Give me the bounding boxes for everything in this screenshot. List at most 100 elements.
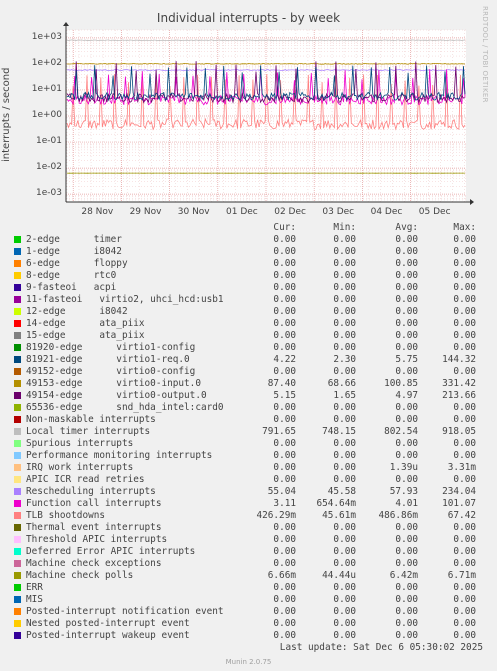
legend-name: IRQ work interrupts — [26, 462, 134, 473]
legend-row: 81920-edge virtio1-config 0.00 0.00 0.00 0.0… — [0, 342, 497, 354]
legend-swatch — [14, 320, 21, 327]
legend-row: 2-edge timer 0.00 0.00 0.00 0.00 — [0, 234, 497, 246]
legend-name: Machine check exceptions — [26, 558, 162, 569]
legend-max: 0.00 — [453, 594, 476, 605]
legend-swatch — [14, 296, 21, 303]
legend-min: 0.00 — [333, 606, 356, 617]
legend-min: 0.00 — [333, 582, 356, 593]
legend-row: 6-edge floppy 0.00 0.00 0.00 0.00 — [0, 258, 497, 270]
legend-min: 0.00 — [333, 294, 356, 305]
legend-swatch — [14, 572, 21, 579]
legend-swatch — [14, 284, 21, 291]
last-update: Last update: Sat Dec 6 05:30:02 2025 — [279, 642, 483, 653]
legend-max: 918.05 — [442, 426, 476, 437]
legend-row: IRQ work interrupts 0.00 0.00 1.39u 3.31m — [0, 462, 497, 474]
legend-max: 6.71m — [447, 570, 476, 581]
legend-row: 49152-edge virtio0-config 0.00 0.00 0.00 0.0… — [0, 366, 497, 378]
legend-max: 144.32 — [442, 354, 476, 365]
legend-row: 11-fasteoi virtio2, uhci_hcd:usb1 0.00 0.0… — [0, 294, 497, 306]
legend-name: 1-edge i8042 — [26, 246, 122, 257]
legend-min: 1.65 — [333, 390, 356, 401]
legend-min: 0.00 — [333, 450, 356, 461]
x-tick-label: 28 Nov — [81, 207, 114, 217]
y-axis-arrow — [63, 22, 69, 26]
footer-credit: Munin 2.0.75 — [225, 658, 272, 666]
legend-row: 9-fasteoi acpi 0.00 0.00 0.00 0.00 — [0, 282, 497, 294]
legend-min: 45.61m — [322, 510, 356, 521]
legend-row: 65536-edge snd_hda_intel:card0 0.00 0.00 0.… — [0, 402, 497, 414]
legend-swatch — [14, 488, 21, 495]
legend-max: 0.00 — [453, 402, 476, 413]
legend-name: 11-fasteoi virtio2, uhci_hcd:usb1 — [26, 294, 224, 305]
legend-swatch — [14, 308, 21, 315]
legend-min: 0.00 — [333, 474, 356, 485]
legend-name: Function call interrupts — [26, 498, 162, 509]
legend-name: 81920-edge virtio1-config — [26, 342, 196, 353]
legend-row: Spurious interrupts 0.00 0.00 0.00 0.00 — [0, 438, 497, 450]
legend-swatch — [14, 344, 21, 351]
legend-swatch — [14, 608, 21, 615]
legend-max: 0.00 — [453, 606, 476, 617]
legend-min: 0.00 — [333, 438, 356, 449]
legend-swatch — [14, 248, 21, 255]
legend-min: 0.00 — [333, 522, 356, 533]
legend-min: 0.00 — [333, 342, 356, 353]
legend-swatch — [14, 260, 21, 267]
legend-max: 0.00 — [453, 414, 476, 425]
legend-name: Deferred Error APIC interrupts — [26, 546, 196, 557]
legend-swatch — [14, 500, 21, 507]
legend-row: Posted-interrupt wakeup event 0.00 0.00 0.0… — [0, 630, 497, 642]
legend-min: 0.00 — [333, 414, 356, 425]
legend-swatch — [14, 632, 21, 639]
legend-row: MIS 0.00 0.00 0.00 0.00 — [0, 594, 497, 606]
legend-name: 15-edge ata_piix — [26, 330, 145, 341]
legend-max: 0.00 — [453, 438, 476, 449]
legend-swatch — [14, 620, 21, 627]
legend-max: 0.00 — [453, 342, 476, 353]
legend-swatch — [14, 464, 21, 471]
legend-max: 0.00 — [453, 558, 476, 569]
legend-row: Machine check exceptions 0.00 0.00 0.00 0.00 — [0, 558, 497, 570]
legend-row: 81921-edge virtio1-req.0 4.22 2.30 5.75 144.… — [0, 354, 497, 366]
legend-name: Posted-interrupt wakeup event — [26, 630, 190, 641]
legend-row: Performance monitoring interrupts 0.00 0.0… — [0, 450, 497, 462]
legend-max: 0.00 — [453, 294, 476, 305]
legend-max: 0.00 — [453, 270, 476, 281]
legend-min: 0.00 — [333, 462, 356, 473]
legend-max: 0.00 — [453, 366, 476, 377]
legend-min: 0.00 — [333, 318, 356, 329]
legend-max: 0.00 — [453, 234, 476, 245]
legend-min: 0.00 — [333, 366, 356, 377]
legend-min: 654.64m — [316, 498, 356, 509]
legend-row: Posted-interrupt notification event 0.00 0… — [0, 606, 497, 618]
legend-name: 9-fasteoi acpi — [26, 282, 117, 293]
x-tick-label: 05 Dec — [418, 207, 451, 217]
legend-min: 45.58 — [327, 486, 356, 497]
legend-min: 0.00 — [333, 618, 356, 629]
legend-max: 234.04 — [442, 486, 476, 497]
legend-swatch — [14, 332, 21, 339]
legend-name: 49154-edge virtio0-output.0 — [26, 390, 207, 401]
legend-min: 0.00 — [333, 594, 356, 605]
legend-min: 0.00 — [333, 282, 356, 293]
y-tick-label: 1e-02 — [36, 162, 62, 173]
legend-swatch — [14, 236, 21, 243]
y-tick-label: 1e-01 — [36, 136, 62, 147]
legend-swatch — [14, 584, 21, 591]
legend-swatch — [14, 560, 21, 567]
legend-max: 0.00 — [453, 318, 476, 329]
legend-row: APIC ICR read retries 0.00 0.00 0.00 0.00 — [0, 474, 497, 486]
x-tick-label: 29 Nov — [129, 207, 162, 217]
legend-row: Nested posted-interrupt event 0.00 0.00 0.0… — [0, 618, 497, 630]
legend-max: 0.00 — [453, 630, 476, 641]
legend-row: Non-maskable interrupts 0.00 0.00 0.00 0.00 — [0, 414, 497, 426]
legend-header-max: Max: — [453, 222, 476, 233]
y-tick-label: 1e+00 — [31, 110, 62, 120]
legend-header-min: Min: — [333, 222, 356, 233]
legend-name: APIC ICR read retries — [26, 474, 145, 485]
legend-name: 2-edge timer — [26, 234, 122, 245]
legend-name: MIS — [26, 594, 43, 605]
x-tick-label: 03 Dec — [322, 207, 355, 217]
legend-name: 81921-edge virtio1-req.0 — [26, 354, 190, 365]
legend-swatch — [14, 416, 21, 423]
